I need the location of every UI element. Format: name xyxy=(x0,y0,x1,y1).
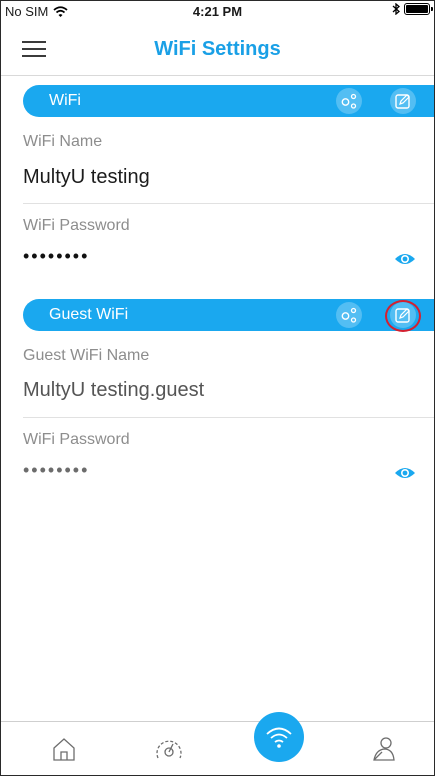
wifi-section-bar: WiFi xyxy=(23,85,434,117)
wifi-section-label: WiFi xyxy=(49,92,81,109)
status-right xyxy=(392,3,433,15)
edit-icon xyxy=(395,94,410,109)
divider xyxy=(23,417,434,418)
user-icon xyxy=(373,737,395,761)
wifi-name-value: MultyU testing xyxy=(23,166,150,188)
bluetooth-icon xyxy=(392,3,400,15)
tab-speed[interactable] xyxy=(137,722,197,775)
guest-name-value: MultyU testing.guest xyxy=(23,379,205,401)
home-icon xyxy=(53,738,75,761)
wifi-edit-button[interactable] xyxy=(390,88,416,114)
tab-home[interactable] xyxy=(34,722,94,775)
divider xyxy=(23,203,434,204)
wifi-share-button[interactable] xyxy=(336,88,362,114)
edit-button-highlight xyxy=(385,300,421,332)
app-frame: No SIM 4:21 PM WiFi Settings WiFi WiFi N… xyxy=(0,0,435,776)
guest-name-label: Guest WiFi Name xyxy=(23,347,150,364)
share-icon xyxy=(341,93,357,109)
tab-user[interactable] xyxy=(354,722,414,775)
guest-password-label: WiFi Password xyxy=(23,431,130,448)
status-bar: No SIM 4:21 PM xyxy=(1,1,434,23)
page-title: WiFi Settings xyxy=(154,38,281,60)
guest-password-reveal-icon[interactable] xyxy=(394,466,416,480)
tab-wifi[interactable] xyxy=(254,712,304,762)
guest-password-value: •••••••• xyxy=(23,460,90,480)
guest-share-button[interactable] xyxy=(336,302,362,328)
tab-bar xyxy=(1,712,434,775)
wifi-password-label: WiFi Password xyxy=(23,217,130,234)
nav-header: WiFi Settings xyxy=(1,23,434,76)
guest-section-bar: Guest WiFi xyxy=(23,299,434,331)
share-icon xyxy=(341,307,357,323)
wifi-password-reveal-icon[interactable] xyxy=(394,252,416,266)
guest-section-label: Guest WiFi xyxy=(49,306,129,323)
wifi-name-label: WiFi Name xyxy=(23,133,103,150)
battery-icon xyxy=(404,3,433,15)
speedometer-icon xyxy=(156,740,182,759)
clock: 4:21 PM xyxy=(192,4,243,19)
wifi-password-value: •••••••• xyxy=(23,246,90,266)
wifi-icon xyxy=(266,727,292,748)
